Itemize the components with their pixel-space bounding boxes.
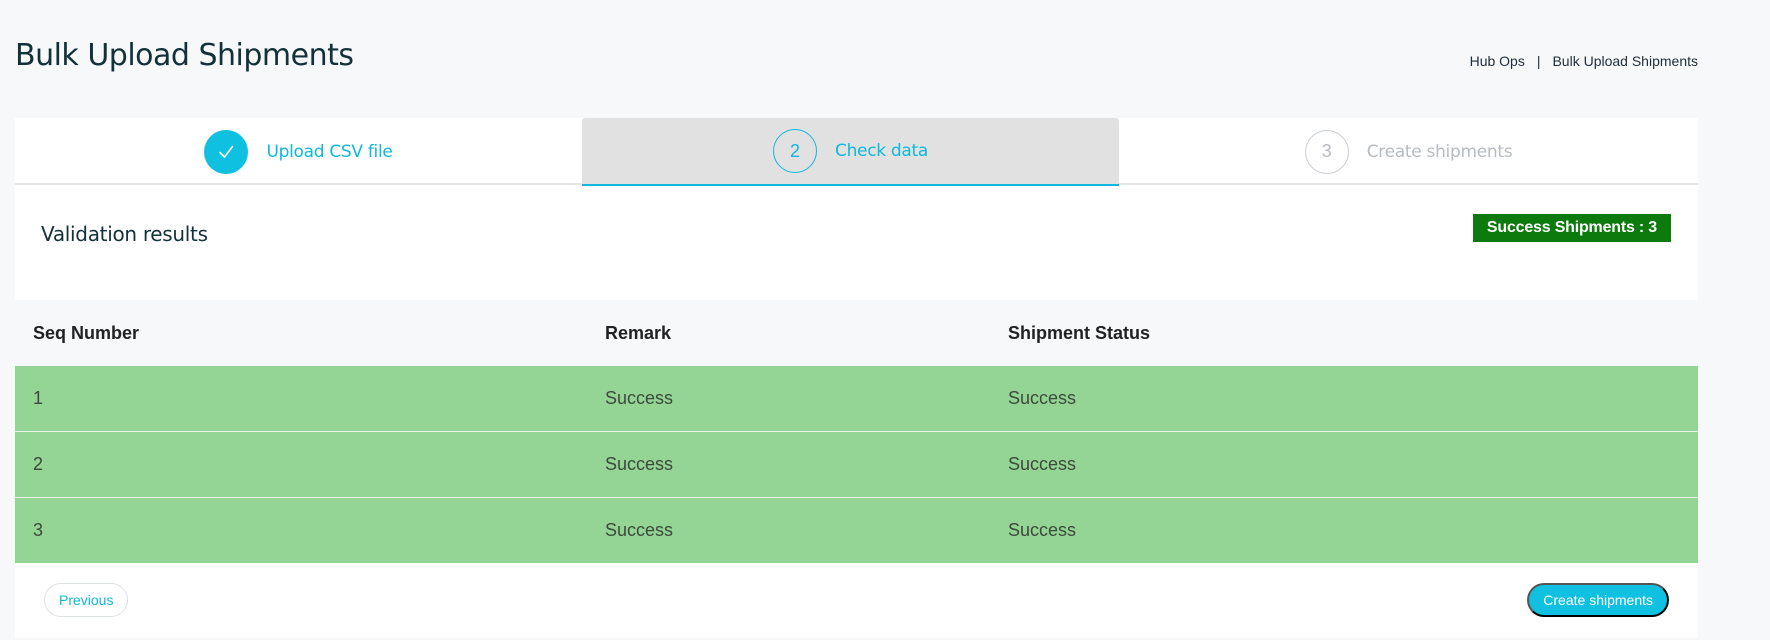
table-body: 1 Success Success 2 Success Success 3 Su… xyxy=(15,366,1698,563)
upload-card: Upload CSV file 2 Check data 3 Create sh… xyxy=(15,118,1698,638)
stepper: Upload CSV file 2 Check data 3 Create sh… xyxy=(15,118,1698,186)
validation-results-title: Validation results xyxy=(41,222,208,246)
cell-shipment-status: Success xyxy=(1008,520,1077,540)
table-row[interactable]: 3 Success Success xyxy=(15,498,1698,563)
cell-remark: Success xyxy=(605,388,674,408)
column-header-shipment-status[interactable]: Shipment Status xyxy=(1008,323,1150,344)
table-row[interactable]: 2 Success Success xyxy=(15,432,1698,498)
step-label-create-shipments: Create shipments xyxy=(1366,141,1513,162)
cell-seq-number: 3 xyxy=(33,520,44,540)
breadcrumb-item-current: Bulk Upload Shipments xyxy=(1552,53,1698,69)
step-label-upload-csv: Upload CSV file xyxy=(266,141,393,162)
breadcrumb-item-hub-ops[interactable]: Hub Ops xyxy=(1470,53,1525,69)
breadcrumb: Hub Ops | Bulk Upload Shipments xyxy=(1470,53,1698,69)
column-header-remark[interactable]: Remark xyxy=(605,323,671,344)
column-header-seq-number[interactable]: Seq Number xyxy=(33,323,139,344)
cell-remark: Success xyxy=(605,520,674,540)
step-completed-circle xyxy=(204,129,249,174)
cell-remark: Success xyxy=(605,454,674,474)
check-icon xyxy=(219,145,234,158)
cell-seq-number: 2 xyxy=(33,454,44,474)
step-number-circle: 3 xyxy=(1304,129,1349,174)
create-shipments-button[interactable]: Create shipments xyxy=(1527,583,1669,617)
table-row[interactable]: 1 Success Success xyxy=(15,366,1698,432)
step-number-circle: 2 xyxy=(773,129,817,173)
breadcrumb-separator: | xyxy=(1536,53,1541,69)
step-create-shipments[interactable]: 3 Create shipments xyxy=(1119,118,1698,185)
step-label-check-data: Check data xyxy=(835,141,928,161)
page-title: Bulk Upload Shipments xyxy=(15,38,354,73)
success-shipments-badge: Success Shipments : 3 xyxy=(1472,214,1671,242)
cell-shipment-status: Success xyxy=(1008,454,1077,474)
cell-shipment-status: Success xyxy=(1008,388,1077,408)
cell-seq-number: 1 xyxy=(33,388,44,408)
previous-button[interactable]: Previous xyxy=(44,583,129,617)
step-check-data[interactable]: 2 Check data xyxy=(582,118,1119,186)
table-header: Seq Number Remark Shipment Status xyxy=(15,300,1698,366)
step-upload-csv[interactable]: Upload CSV file xyxy=(15,118,582,185)
